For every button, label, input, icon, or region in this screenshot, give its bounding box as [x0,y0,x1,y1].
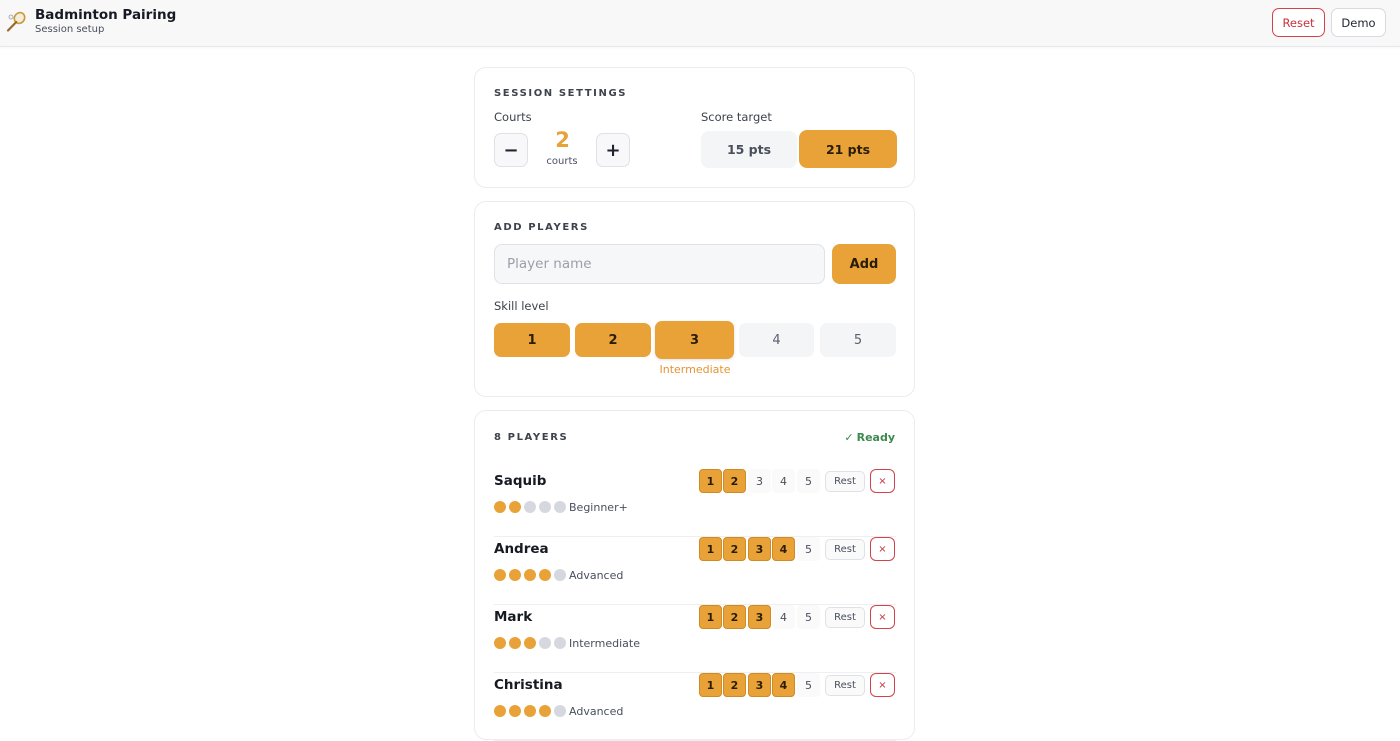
player-level-2-button[interactable]: 2 [723,469,746,493]
player-level-2-button[interactable]: 2 [723,673,746,697]
player-level-3-button[interactable]: 3 [748,469,771,493]
skill-dot [554,637,566,649]
skill-level-1-button[interactable]: 1 [494,323,570,357]
player-name-input[interactable] [494,244,825,284]
increase-courts-button[interactable]: + [596,133,630,167]
session-settings-card: SESSION SETTINGS Courts − 2 courts + Sco… [474,67,915,188]
app-title: Badminton Pairing [35,7,177,23]
remove-player-button[interactable]: × [870,673,895,697]
player-level-text: Advanced [569,705,624,718]
skill-dot [524,569,536,581]
skill-level-4-button[interactable]: 4 [739,323,814,357]
player-level-text: Advanced [569,569,624,582]
score-target-label: Score target [701,110,772,124]
skill-dot [509,569,521,581]
player-row: Mark Intermediate 1 2 3 4 5 Rest × [494,605,896,673]
demo-button[interactable]: Demo [1331,8,1386,37]
skill-dot [509,501,521,513]
player-name: Mark [494,609,533,625]
badminton-racket-icon [6,11,26,32]
skill-dots [494,705,566,717]
score-21-option[interactable]: 21 pts [799,130,897,168]
player-name: Andrea [494,541,549,557]
checkmark-icon: ✓ [844,431,854,444]
session-settings-heading: SESSION SETTINGS [494,88,628,99]
player-level-text: Beginner+ [569,501,628,514]
player-name: Saquib [494,473,547,489]
skill-dots [494,637,566,649]
player-level-5-button[interactable]: 5 [797,605,820,629]
skill-dot [524,705,536,717]
skill-dot [509,705,521,717]
player-level-text: Intermediate [569,637,640,650]
skill-dot [524,637,536,649]
remove-player-button[interactable]: × [870,469,895,493]
player-level-1-button[interactable]: 1 [699,673,722,697]
player-row: Andrea Advanced 1 2 3 4 5 Rest × [494,537,896,605]
courts-count: 2 [555,128,570,152]
player-row: Christina Advanced 1 2 3 4 5 Rest × [494,673,896,741]
skill-dot [539,501,551,513]
player-level-1-button[interactable]: 1 [699,605,722,629]
skill-dot [554,501,566,513]
player-row: Saquib Beginner+ 1 2 3 4 5 Rest × [494,469,896,537]
player-level-3-button[interactable]: 3 [748,537,771,561]
skill-dot [494,501,506,513]
players-card: 8 PLAYERS ✓ Ready Saquib Beginner+ 1 2 3 4 5 Res… [474,410,915,741]
reset-button[interactable]: Reset [1272,8,1325,37]
player-level-4-button[interactable]: 4 [772,469,795,493]
skill-dot [539,705,551,717]
rest-button[interactable]: Rest [825,607,865,628]
skill-level-label: Skill level [494,299,549,313]
player-level-5-button[interactable]: 5 [797,537,820,561]
player-level-2-button[interactable]: 2 [723,537,746,561]
skill-dot [539,569,551,581]
courts-unit: courts [546,156,578,167]
skill-dot [494,569,506,581]
skill-dot [554,569,566,581]
player-level-3-button[interactable]: 3 [748,605,771,629]
skill-dots [494,501,566,513]
add-players-heading: ADD PLAYERS [494,222,589,233]
player-level-3-button[interactable]: 3 [748,673,771,697]
remove-player-button[interactable]: × [870,605,895,629]
player-level-2-button[interactable]: 2 [723,605,746,629]
players-count-heading: 8 PLAYERS [494,432,569,443]
rest-button[interactable]: Rest [825,675,865,696]
score-15-option[interactable]: 15 pts [701,131,797,168]
player-name: Christina [494,677,563,693]
player-level-4-button[interactable]: 4 [772,605,795,629]
rest-button[interactable]: Rest [825,539,865,560]
rest-button[interactable]: Rest [825,471,865,492]
courts-label: Courts [494,110,532,124]
player-level-1-button[interactable]: 1 [699,537,722,561]
player-level-5-button[interactable]: 5 [797,673,820,697]
remove-player-button[interactable]: × [870,537,895,561]
ready-status: ✓ Ready [844,431,895,444]
ready-label: Ready [856,431,895,444]
skill-dot [539,637,551,649]
skill-level-5-button[interactable]: 5 [820,323,896,357]
player-level-4-button[interactable]: 4 [772,537,795,561]
skill-dot [494,637,506,649]
app-header: Badminton Pairing Session setup Reset De… [0,0,1400,47]
skill-dot [509,637,521,649]
skill-dot [554,705,566,717]
skill-dot [524,501,536,513]
add-players-card: ADD PLAYERS Add Skill level 1 2 3 4 5 In… [474,201,915,397]
player-level-1-button[interactable]: 1 [699,469,722,493]
skill-dot [494,705,506,717]
skill-level-caption: Intermediate [659,363,731,376]
player-level-4-button[interactable]: 4 [772,673,795,697]
player-level-5-button[interactable]: 5 [797,469,820,493]
skill-level-3-button[interactable]: 3 [655,321,734,359]
add-player-button[interactable]: Add [832,244,896,284]
skill-level-2-button[interactable]: 2 [575,323,651,357]
app-subtitle: Session setup [35,24,105,35]
decrease-courts-button[interactable]: − [494,133,528,167]
skill-dots [494,569,566,581]
